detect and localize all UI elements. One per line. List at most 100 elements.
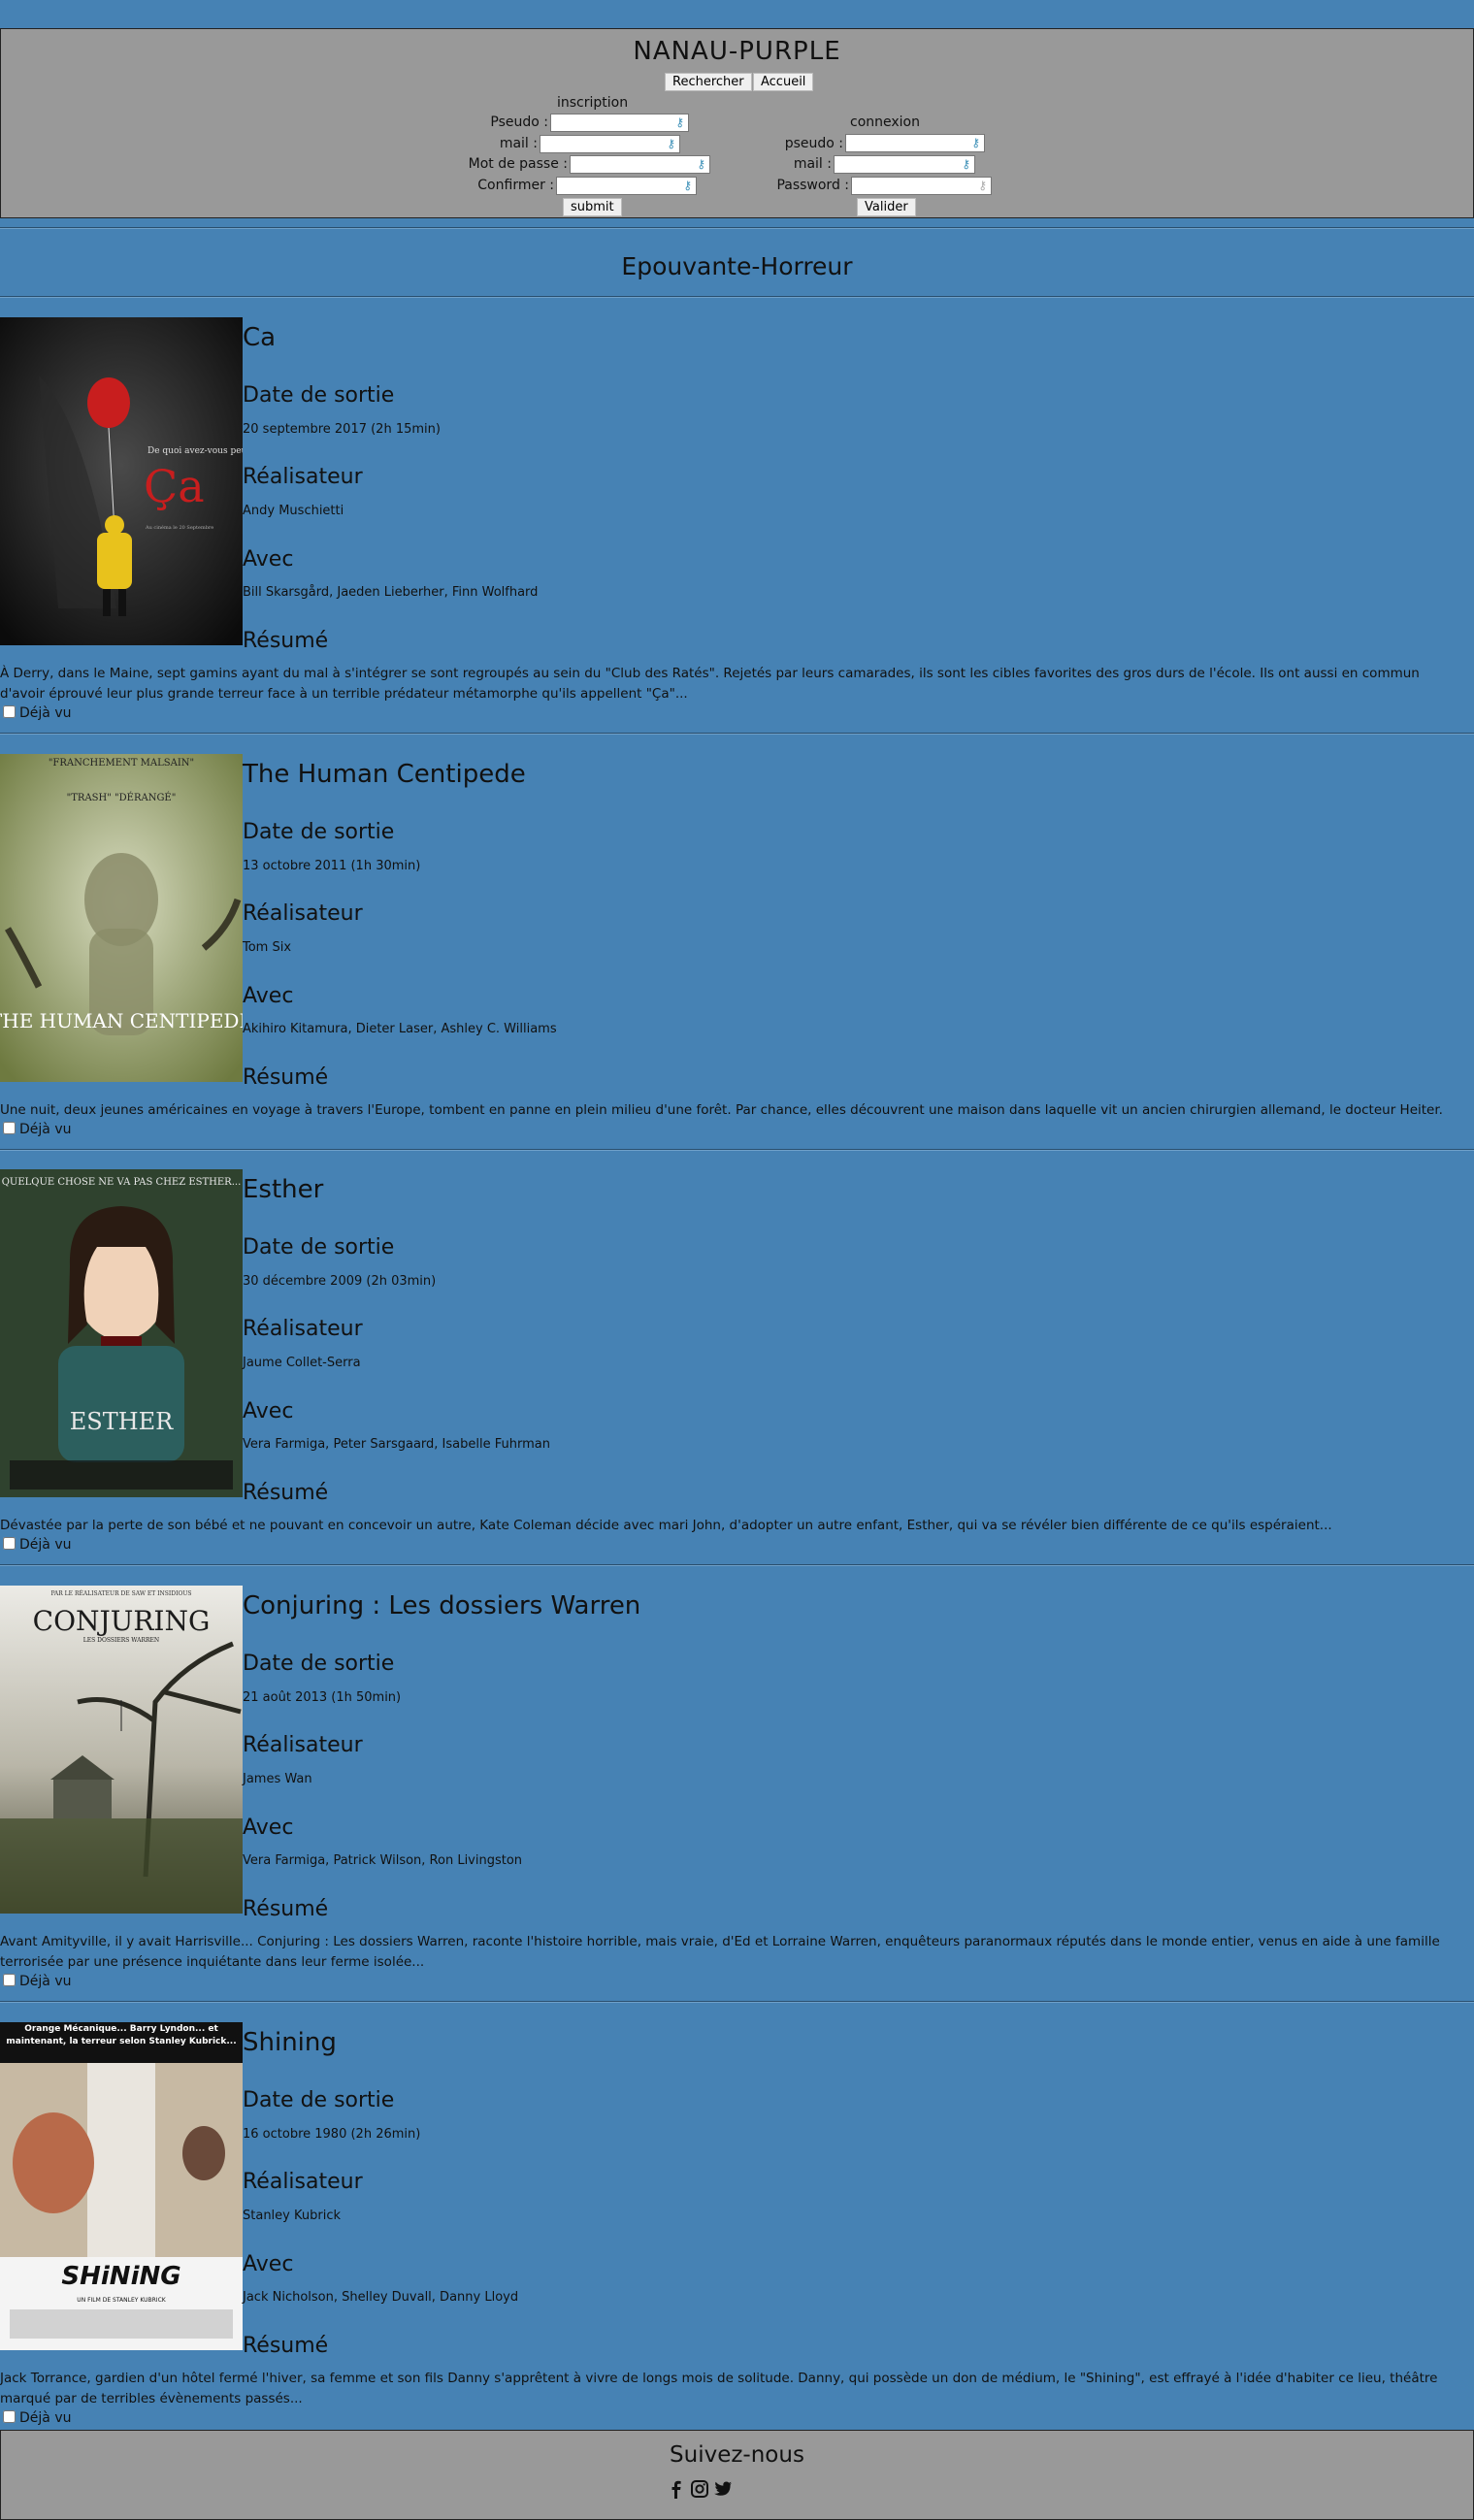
password-manager-icon[interactable]: ⚷ (683, 179, 692, 192)
footer-title: Suivez-nous (670, 2442, 804, 2468)
poster-subtitle: LES DOSSIERS WARREN (83, 1637, 159, 1644)
section-title: Epouvante-Horreur (621, 252, 853, 280)
inscription-password-label: Mot de passe : (468, 156, 568, 172)
twitter-icon[interactable] (713, 2479, 733, 2499)
release-date: 16 octobre 1980 (2h 26min) (243, 2127, 421, 2142)
instagram-icon[interactable] (690, 2479, 709, 2499)
cast-list: Bill Skarsgård, Jaeden Lieberher, Finn W… (243, 585, 539, 600)
movie-title: Esther (243, 1175, 324, 1204)
connexion-password-label: Password : (776, 178, 849, 193)
inscription-mail-label: mail : (499, 136, 538, 151)
connexion-mail-input[interactable]: ⚷ (834, 155, 975, 174)
inscription-title: inscription (557, 95, 629, 111)
movie-summary: À Derry, dans le Maine, sept gamins ayan… (0, 666, 1420, 702)
poster-subtitle: "TRASH" "DÉRANGÉ" (67, 792, 177, 803)
cast-list: Vera Farmiga, Patrick Wilson, Ron Living… (243, 1853, 523, 1868)
password-manager-icon[interactable]: ⚷ (697, 157, 705, 171)
inscription-submit-button[interactable]: submit (563, 198, 622, 216)
summary-heading: Résumé (243, 1481, 329, 1505)
poster-tagline: "FRANCHEMENT MALSAIN" (49, 758, 194, 769)
movie-summary: Une nuit, deux jeunes américaines en voy… (0, 1102, 1443, 1118)
seen-checkbox[interactable] (3, 2410, 16, 2423)
seen-checkbox[interactable] (3, 705, 16, 718)
poster-subtitle: Au cinéma le 20 Septembre (145, 524, 213, 531)
inscription-confirm-label: Confirmer : (477, 178, 554, 193)
release-date: 13 octobre 2011 (1h 30min) (243, 859, 421, 873)
home-button[interactable]: Accueil (753, 73, 814, 91)
divider (0, 296, 1474, 298)
release-heading: Date de sortie (243, 2088, 395, 2112)
director-heading: Réalisateur (243, 901, 363, 926)
divider (0, 1149, 1474, 1151)
movie-card: De quoi avez-vous peur? Ça Au cinéma le … (0, 317, 1474, 725)
poster-tagline: Orange Mécanique... Barry Lyndon... et m… (6, 2024, 237, 2046)
movie-title: Shining (243, 2028, 337, 2057)
search-button[interactable]: Rechercher (665, 73, 752, 91)
movie-summary: Dévastée par la perte de son bébé et ne … (0, 1518, 1332, 1533)
director-name: Andy Muschietti (243, 504, 344, 518)
movie-card: "FRANCHEMENT MALSAIN" "TRASH" "DÉRANGÉ" … (0, 754, 1474, 1142)
poster-tagline: PAR LE RÉALISATEUR DE SAW ET INSIDIOUS (50, 1589, 191, 1597)
seen-checkbox-row[interactable]: Déjà vu (3, 1537, 71, 1553)
poster-subtitle: UN FILM DE STANLEY KUBRICK (77, 2297, 166, 2304)
release-heading: Date de sortie (243, 820, 395, 844)
director-heading: Réalisateur (243, 1317, 363, 1341)
cast-list: Vera Farmiga, Peter Sarsgaard, Isabelle … (243, 1437, 550, 1452)
seen-checkbox-row[interactable]: Déjà vu (3, 2410, 71, 2426)
movie-card: Orange Mécanique... Barry Lyndon... et m… (0, 2022, 1474, 2430)
connexion-mail-label: mail : (793, 156, 832, 172)
release-date: 20 septembre 2017 (2h 15min) (243, 422, 441, 437)
seen-checkbox[interactable] (3, 1537, 16, 1550)
cast-heading: Avec (243, 984, 294, 1008)
director-name: Jaume Collet-Serra (243, 1356, 361, 1370)
seen-label: Déjà vu (19, 1974, 72, 1989)
movie-poster: Orange Mécanique... Barry Lyndon... et m… (0, 2022, 243, 2350)
inscription-mail-input[interactable]: ⚷ (540, 135, 680, 153)
password-manager-icon[interactable]: ⚷ (962, 157, 970, 171)
social-links (667, 2479, 733, 2499)
divider (0, 2001, 1474, 2003)
password-manager-icon[interactable]: ⚷ (667, 137, 675, 150)
cast-heading: Avec (243, 1399, 294, 1424)
connexion-password-input[interactable]: ⚷ (851, 177, 992, 195)
divider (0, 733, 1474, 735)
director-heading: Réalisateur (243, 465, 363, 489)
divider (0, 1564, 1474, 1566)
movie-summary: Avant Amityville, il y avait Harrisville… (0, 1934, 1440, 1970)
director-name: Tom Six (243, 940, 292, 955)
inscription-pseudo-input[interactable]: ⚷ (550, 114, 689, 132)
site-footer: Suivez-nous (0, 2430, 1474, 2520)
director-heading: Réalisateur (243, 1733, 363, 1757)
password-manager-icon[interactable]: ⚷ (978, 179, 987, 192)
poster-title: CONJURING (33, 1605, 211, 1637)
password-manager-icon[interactable]: ⚷ (675, 115, 684, 129)
connexion-pseudo-input[interactable]: ⚷ (845, 134, 985, 152)
divider (0, 227, 1474, 229)
movie-poster: "FRANCHEMENT MALSAIN" "TRASH" "DÉRANGÉ" … (0, 754, 243, 1082)
seen-checkbox[interactable] (3, 1974, 16, 1986)
inscription-password-input[interactable]: ⚷ (570, 155, 710, 174)
poster-title: THE HUMAN CENTIPEDE (0, 1009, 243, 1032)
seen-checkbox-row[interactable]: Déjà vu (3, 1122, 71, 1137)
movie-summary: Jack Torrance, gardien d'un hôtel fermé … (0, 2371, 1438, 2406)
password-manager-icon[interactable]: ⚷ (971, 136, 980, 149)
connexion-pseudo-label: pseudo : (784, 136, 843, 151)
inscription-pseudo-label: Pseudo : (490, 115, 548, 130)
poster-tagline: De quoi avez-vous peur? (147, 446, 243, 456)
summary-heading: Résumé (243, 1897, 329, 1921)
seen-checkbox-row[interactable]: Déjà vu (3, 705, 71, 721)
poster-title: Ça (144, 460, 205, 512)
connexion-submit-button[interactable]: Valider (857, 198, 916, 216)
movie-title: Conjuring : Les dossiers Warren (243, 1591, 641, 1620)
seen-checkbox-row[interactable]: Déjà vu (3, 1974, 71, 1989)
director-heading: Réalisateur (243, 2170, 363, 2194)
release-date: 21 août 2013 (1h 50min) (243, 1690, 402, 1705)
seen-label: Déjà vu (19, 1537, 72, 1553)
movie-title: Ca (243, 323, 277, 352)
inscription-confirm-input[interactable]: ⚷ (556, 177, 697, 195)
facebook-icon[interactable] (667, 2479, 686, 2499)
cast-list: Jack Nicholson, Shelley Duvall, Danny Ll… (243, 2290, 519, 2305)
movie-title: The Human Centipede (243, 760, 526, 789)
release-heading: Date de sortie (243, 383, 395, 408)
seen-checkbox[interactable] (3, 1122, 16, 1134)
